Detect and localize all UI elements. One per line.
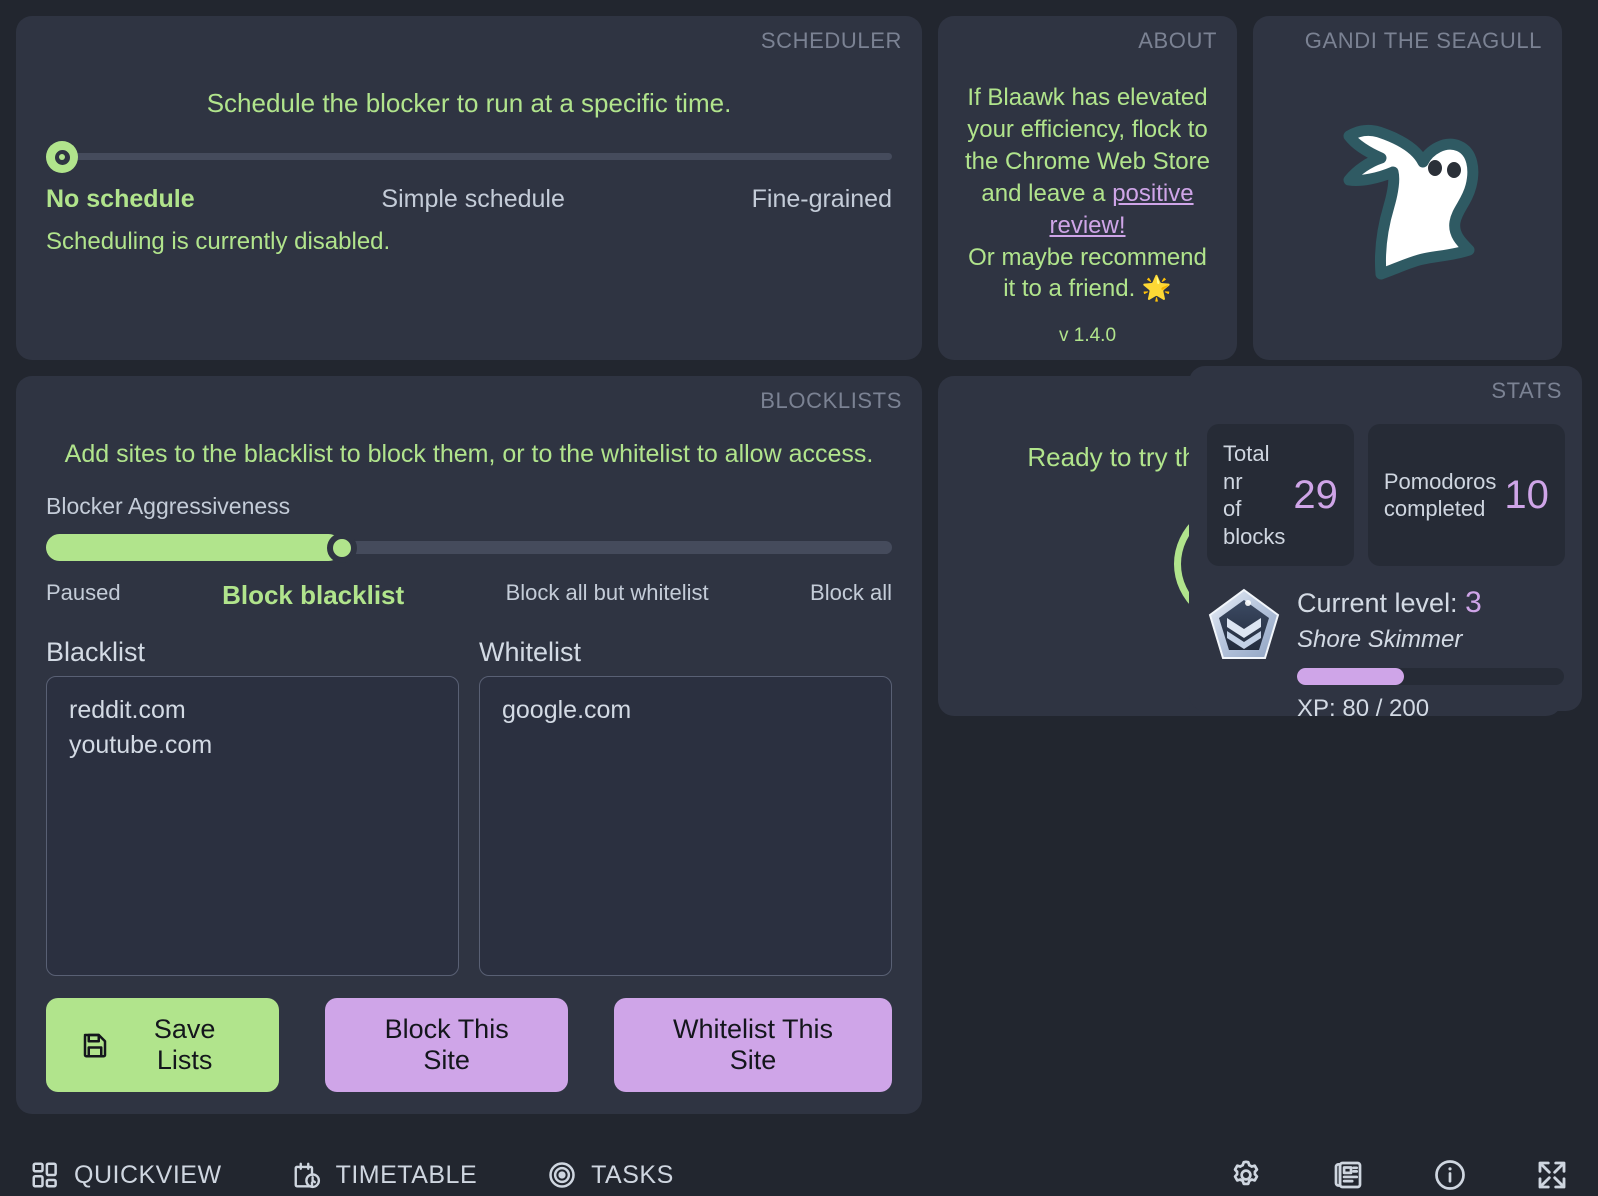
nav-item-tasks-label: TASKS [591,1160,674,1189]
calendar-clock-icon [292,1160,322,1190]
level-row: Current level: 3 Shore Skimmer XP: 80 / … [1207,586,1564,723]
dashboard-grid-icon [30,1160,60,1190]
about-panel: ABOUT If Blaawk has elevated your effici… [938,16,1237,360]
blacklist-title: Blacklist [46,637,146,667]
aggressiveness-label: Blocker Aggressiveness [46,493,291,519]
scheduler-mode-no-schedule[interactable]: No schedule [46,185,195,214]
pentagon-shield-badge-icon [1207,586,1281,666]
target-icon [547,1160,577,1190]
block-this-site-button[interactable]: Block This Site [325,998,569,1092]
scheduler-slider-thumb[interactable] [46,141,78,173]
blacklist-input[interactable] [46,676,459,976]
about-text-after-link: Or maybe recommend it to a friend. 🌟 [968,243,1207,303]
save-lists-label: Save Lists [153,1014,216,1075]
stat-card-pomodoros-label: Pomodoros completed [1384,468,1497,523]
blacklist-column: Blacklist [46,637,459,976]
blocklists-panel: BLOCKLISTS Add sites to the blacklist to… [16,376,922,1114]
fullscreen-expand-icon[interactable] [1534,1157,1570,1193]
aggressiveness-slider-thumb[interactable] [327,533,358,563]
save-lists-button[interactable]: Save Lists [46,998,280,1092]
whitelist-input[interactable] [479,676,892,976]
bottom-nav-items: QUICKVIEW TIMETABLE TASKS [30,1160,674,1190]
whitelist-this-site-button[interactable]: Whitelist This Site [614,998,892,1092]
scheduler-status-text: Scheduling is currently disabled. [46,228,391,255]
scheduler-mode-fine-grained[interactable]: Fine-grained [752,185,892,214]
floppy-disk-icon [80,1030,110,1060]
stat-card-total-blocks-label: Total nr of blocks [1223,440,1285,550]
scheduler-slider[interactable] [46,141,892,173]
aggressiveness-level-block-all-but-whitelist[interactable]: Block all but whitelist [506,580,709,611]
blocklists-panel-label: BLOCKLISTS [760,388,902,413]
current-level-value: 3 [1465,586,1482,619]
mascot-panel-label: GANDI THE SEAGULL [1304,28,1542,53]
current-level-line: Current level: 3 [1297,586,1564,620]
stat-card-total-blocks: Total nr of blocks 29 [1207,424,1354,566]
whitelist-column: Whitelist [479,637,892,976]
scheduler-panel-label: SCHEDULER [760,28,902,53]
stat-card-pomodoros-value: 10 [1504,473,1549,517]
stat-card-pomodoros-completed: Pomodoros completed 10 [1367,424,1565,566]
mascot-panel: GANDI THE SEAGULL [1253,16,1562,360]
aggressiveness-level-paused[interactable]: Paused [46,580,121,611]
stats-cards: Total nr of blocks 29 Pomodoros complete… [1207,424,1565,566]
about-version: v 1.4.0 [1058,325,1117,347]
stat-card-total-blocks-value: 29 [1293,473,1338,517]
stat-label-line2: completed [1383,496,1486,521]
stats-panel: STATS Total nr of blocks 29 Pomodoros co… [1189,366,1582,722]
seagull-icon [1323,96,1493,280]
bottom-navigation-bar: QUICKVIEW TIMETABLE TASKS [0,1130,1598,1196]
whitelist-title: Whitelist [479,637,582,667]
nav-item-quickview-label: QUICKVIEW [74,1160,222,1189]
scheduler-mode-labels: No schedule Simple schedule Fine-grained [46,185,892,214]
blocklists-description: Add sites to the blacklist to block them… [64,440,874,468]
nav-item-tasks[interactable]: TASKS [547,1160,674,1190]
xp-progress-text: XP: 80 / 200 [1297,695,1430,722]
current-level-prefix: Current level: [1297,588,1458,618]
block-this-site-label: Block This Site [384,1014,509,1075]
blaawk-app-window: SCHEDULER Schedule the blocker to run at… [0,0,1598,1196]
gear-icon[interactable] [1228,1157,1264,1193]
aggressiveness-level-block-all[interactable]: Block all [810,580,892,611]
scheduler-mode-simple[interactable]: Simple schedule [381,185,564,214]
stats-panel-label: STATS [1491,378,1562,403]
about-panel-label: ABOUT [1138,28,1217,53]
scheduler-slider-track[interactable] [46,153,892,160]
nav-item-timetable-label: TIMETABLE [335,1160,478,1189]
aggressiveness-slider[interactable] [46,532,892,563]
lists-row: Blacklist Whitelist [46,637,892,976]
nav-item-timetable[interactable]: TIMETABLE [292,1160,478,1190]
xp-progress-fill [1297,668,1404,685]
aggressiveness-slider-fill [46,534,343,561]
stat-label-line1: Pomodoros [1383,468,1497,494]
aggressiveness-level-labels: Paused Block blacklist Block all but whi… [46,580,892,611]
whitelist-this-site-label: Whitelist This Site [672,1014,834,1075]
scheduler-panel: SCHEDULER Schedule the blocker to run at… [16,16,922,360]
nav-item-quickview[interactable]: QUICKVIEW [30,1160,222,1190]
blocklists-buttons: Save Lists Block This Site Whitelist Thi… [46,998,892,1092]
scheduler-description: Schedule the blocker to run at a specifi… [206,88,732,118]
level-details: Current level: 3 Shore Skimmer XP: 80 / … [1297,586,1564,723]
xp-progress-track [1297,668,1564,685]
about-text: If Blaawk has elevated your efficiency, … [960,82,1215,305]
level-name: Shore Skimmer [1297,626,1463,653]
info-circle-icon[interactable] [1432,1157,1468,1193]
stat-label-line2: of blocks [1223,496,1286,549]
news-document-icon[interactable] [1330,1157,1366,1193]
stat-label-line1: Total nr [1223,441,1270,494]
bottom-action-icons [1228,1157,1570,1193]
aggressiveness-level-block-blacklist[interactable]: Block blacklist [222,580,404,611]
